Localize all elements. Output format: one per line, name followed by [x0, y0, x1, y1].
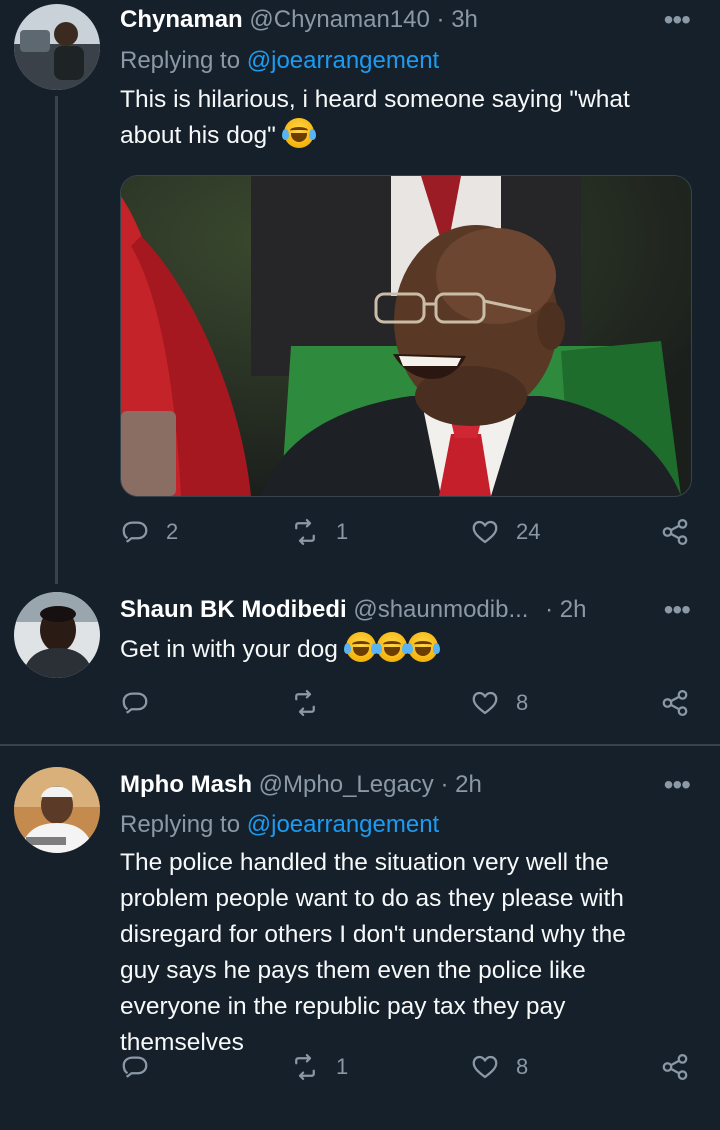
share-icon	[662, 519, 688, 545]
replying-to-label: Replying to	[120, 47, 247, 74]
timestamp[interactable]: 2h	[560, 596, 587, 623]
reply-button[interactable]	[120, 688, 150, 718]
avatar[interactable]	[14, 4, 100, 90]
tears-of-joy-icon	[281, 118, 316, 148]
tweet-text-line: everyone in the republic pay tax they pa…	[120, 993, 566, 1020]
like-count: 8	[516, 1054, 529, 1079]
share-icon	[662, 1054, 688, 1080]
heart-icon	[472, 1055, 498, 1079]
timestamp[interactable]: 3h	[451, 6, 478, 33]
share-button[interactable]	[660, 1052, 690, 1082]
replying-to-label: Replying to	[120, 811, 247, 838]
more-horizontal-icon[interactable]: •••	[664, 596, 691, 624]
tweet-text-content: Get in with your dog	[120, 636, 338, 663]
tweet-header: Shaun BK Modibedi @shaunmodib... · 2h	[120, 590, 640, 630]
like-button[interactable]: 24	[470, 517, 540, 547]
like-button[interactable]: 8	[470, 688, 528, 718]
reply-icon	[122, 521, 148, 543]
tweet-text-line: The police handled the situation very we…	[120, 849, 609, 876]
reply-button[interactable]	[120, 1052, 150, 1082]
display-name[interactable]: Shaun BK Modibedi	[120, 596, 347, 623]
more-horizontal-icon[interactable]: •••	[664, 771, 691, 799]
separator-dot: ·	[436, 6, 445, 33]
reply-button[interactable]: 2	[120, 517, 178, 547]
display-name[interactable]: Chynaman	[120, 6, 243, 33]
replying-to: Replying to @joearrangement	[120, 43, 439, 79]
like-button[interactable]: 8	[470, 1052, 528, 1082]
share-icon	[662, 690, 688, 716]
share-button[interactable]	[660, 688, 690, 718]
tweet[interactable]: Chynaman @Chynaman140 · 3h ••• Replying …	[0, 0, 720, 584]
tweet-text-line: problem people want to do as they please…	[120, 885, 624, 912]
tweet-text-line: guy says he pays them even the police li…	[120, 957, 586, 984]
heart-icon	[472, 520, 498, 544]
mention-link[interactable]: @joearrangement	[247, 47, 439, 74]
share-button[interactable]	[660, 517, 690, 547]
tweet-text: This is hilarious, i heard someone sayin…	[120, 82, 680, 154]
avatar[interactable]	[14, 767, 100, 853]
tears-of-joy-icon	[343, 632, 378, 662]
user-handle[interactable]: @shaunmodib...	[353, 596, 528, 623]
retweet-icon	[295, 690, 315, 716]
tears-of-joy-icon	[374, 632, 409, 662]
display-name[interactable]: Mpho Mash	[120, 771, 252, 798]
retweet-button[interactable]: 1	[290, 517, 348, 547]
thread-line	[55, 96, 58, 584]
tweet-actions: 1 8	[120, 1052, 692, 1092]
timestamp[interactable]: 2h	[455, 771, 482, 798]
tweet-header: Mpho Mash @Mpho_Legacy · 2h	[120, 765, 640, 805]
retweet-icon	[295, 519, 315, 545]
tears-of-joy-icon	[405, 632, 440, 662]
reply-count: 2	[166, 519, 179, 544]
tweet-actions: 2 1 24	[120, 517, 692, 557]
retweet-icon	[295, 1054, 315, 1080]
user-handle[interactable]: @Mpho_Legacy	[259, 771, 434, 798]
separator-dot: ·	[545, 596, 554, 623]
heart-icon	[472, 691, 498, 715]
tweet-header: Chynaman @Chynaman140 · 3h	[120, 0, 640, 40]
tweet-divider	[0, 744, 720, 746]
tweet-text-content: This is hilarious, i heard someone sayin…	[120, 86, 630, 149]
retweet-button[interactable]	[290, 688, 320, 718]
retweet-count: 1	[336, 519, 349, 544]
reply-icon	[122, 692, 148, 714]
tweet-text-line: disregard for others I don't understand …	[120, 921, 626, 948]
like-count: 8	[516, 690, 529, 715]
tweet-text: The police handled the situation very we…	[120, 845, 680, 1061]
mention-link[interactable]: @joearrangement	[247, 811, 439, 838]
tweet[interactable]: Mpho Mash @Mpho_Legacy · 2h ••• Replying…	[0, 765, 720, 1130]
avatar[interactable]	[14, 592, 100, 678]
retweet-button[interactable]: 1	[290, 1052, 348, 1082]
tweet-image[interactable]	[120, 175, 692, 497]
user-handle[interactable]: @Chynaman140	[249, 6, 429, 33]
reply-icon	[122, 1056, 148, 1078]
tweet-text: Get in with your dog	[120, 632, 680, 668]
tweet[interactable]: Shaun BK Modibedi @shaunmodib... · 2h ••…	[0, 590, 720, 744]
separator-dot: ·	[440, 771, 449, 798]
more-horizontal-icon[interactable]: •••	[664, 6, 691, 34]
like-count: 24	[516, 519, 541, 544]
tweet-actions: 8	[120, 688, 692, 728]
replying-to: Replying to @joearrangement	[120, 807, 439, 843]
retweet-count: 1	[336, 1054, 349, 1079]
